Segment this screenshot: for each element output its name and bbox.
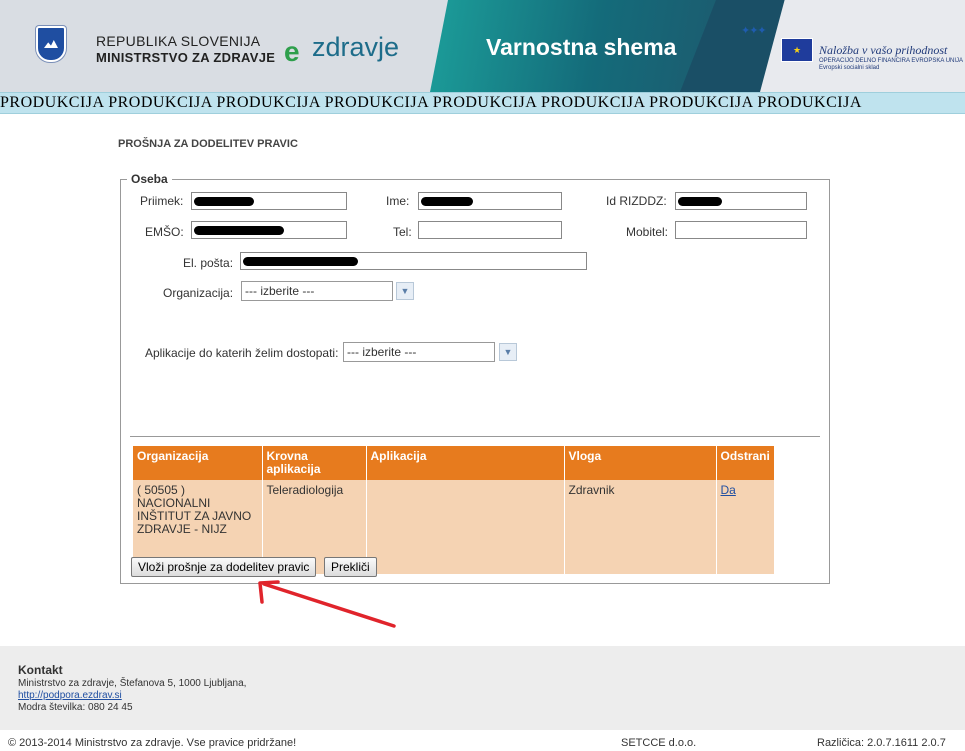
column-header-remove: Odstrani [716,446,775,480]
email-input[interactable] [240,252,587,270]
phone-input[interactable] [418,221,562,239]
redacted-mark [194,197,254,206]
ezdravje-logo-icon: e [284,36,300,67]
rizddz-id-input[interactable] [675,192,807,210]
gov-name-line2: MINISTRSTVO ZA ZDRAVJE [96,50,276,65]
mobile-label: Mobitel: [626,225,669,239]
cell-application [366,480,565,574]
footer: Kontakt Ministrstvo za zdravje, Štefanov… [0,646,965,730]
eu-slogan: Naložba v vašo prihodnost [819,43,948,57]
person-legend: Oseba [131,172,168,186]
header-banner: REPUBLIKA SLOVENIJA MINISTRSTVO ZA ZDRAV… [0,0,965,92]
redacted-mark [194,226,284,235]
surname-input[interactable] [191,192,347,210]
applications-select[interactable]: --- izberite --- [343,342,495,362]
eu-subtitle-2: Evropski socialni sklad [819,65,880,71]
column-header-umbrella-app: Krovna aplikacija [262,446,367,480]
eu-flag-icon: ★ [781,38,813,62]
email-label: El. pošta: [183,256,234,270]
surname-label: Priimek: [140,194,184,208]
permissions-table: Organizacija Krovna aplikacija Aplikacij… [133,446,775,574]
organization-select[interactable]: --- izberite --- [241,281,393,301]
contact-phone: Modra številka: 080 24 45 [18,702,133,713]
first-name-label: Ime: [386,194,410,208]
first-name-input[interactable] [418,192,562,210]
vendor: SETCCE d.o.o. [621,737,697,749]
remove-link[interactable]: Da [721,483,736,497]
gov-name-line1: REPUBLIKA SLOVENIJA [96,33,261,49]
redacted-mark [678,197,722,206]
applications-label: Aplikacije do katerih želim dostopati: [145,346,339,360]
cell-role: Zdravnik [564,480,717,574]
table-header-row: Organizacija Krovna aplikacija Aplikacij… [133,446,775,480]
phone-label: Tel: [393,225,412,239]
eu-subtitle-1: OPERACIJO DELNO FINANCIRA EVROPSKA UNIJA [819,58,964,64]
support-link[interactable]: http://podpora.ezdrav.si [18,690,122,701]
ezdravje-logo-text: zdravje [312,32,400,62]
column-header-role: Vloga [564,446,717,480]
rizddz-id-label: Id RIZDDZ: [606,194,667,208]
environment-banner: PRODUKCIJA PRODUKCIJA PRODUKCIJA PRODUKC… [0,92,965,114]
annotation-arrow-icon [258,580,396,628]
organization-label: Organizacija: [163,286,234,300]
chevron-down-icon[interactable]: ▼ [499,343,517,361]
divider [130,436,820,437]
contact-address: Ministrstvo za zdravje, Štefanova 5, 100… [18,678,247,689]
mobile-input[interactable] [675,221,807,239]
redacted-mark [243,257,358,266]
column-header-application: Aplikacija [366,446,565,480]
slovenia-coat-of-arms-icon [36,26,66,62]
cell-remove: Da [716,480,775,574]
redacted-mark [421,197,473,206]
page-title: PROŠNJA ZA DODELITEV PRAVIC [118,138,298,150]
eu-stars-icon: ✦✦✦ [741,25,767,37]
copyright: © 2013-2014 Ministrstvo za zdravje. Vse … [8,737,297,749]
app-title: Varnostna shema [486,34,677,60]
version: Različica: 2.0.7.1611 2.0.7 [817,737,946,749]
chevron-down-icon[interactable]: ▼ [396,282,414,300]
column-header-organization: Organizacija [133,446,263,480]
contact-title: Kontakt [18,663,63,677]
emso-input[interactable] [191,221,347,239]
emso-label: EMŠO: [145,225,184,239]
